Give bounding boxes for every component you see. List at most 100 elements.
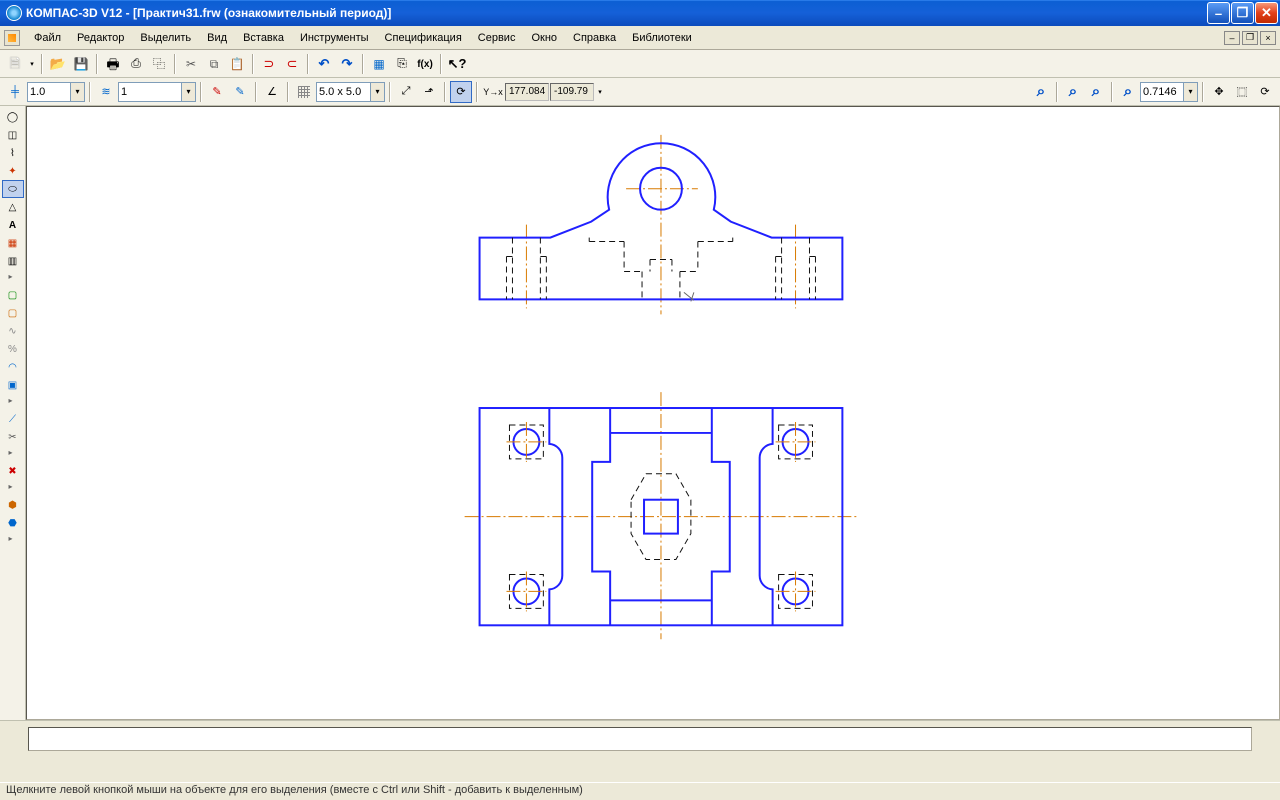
window-title: КОМПАС-3D V12 - [Практич31.frw (ознакоми… xyxy=(26,6,1206,20)
table-button[interactable]: ▦ xyxy=(2,234,24,252)
magnet-button[interactable]: ⊃ xyxy=(258,53,280,75)
menu-spec[interactable]: Спецификация xyxy=(377,30,470,46)
minimize-button[interactable]: – xyxy=(1207,2,1230,24)
grid-button[interactable] xyxy=(293,81,315,103)
cut-button[interactable] xyxy=(180,53,202,75)
menu-libs[interactable]: Библиотеки xyxy=(624,30,700,46)
grid-combo[interactable]: ▾ xyxy=(316,82,385,102)
linewidth-combo[interactable]: ▾ xyxy=(27,82,85,102)
menu-window[interactable]: Окно xyxy=(523,30,565,46)
layer-input[interactable] xyxy=(118,82,182,102)
assoc-button[interactable]: ∿ xyxy=(2,322,24,340)
mdi-restore-button[interactable]: ❐ xyxy=(1242,31,1258,45)
magnet2-button[interactable]: ⊂ xyxy=(281,53,303,75)
layer-combo[interactable]: ▾ xyxy=(118,82,196,102)
dim-button[interactable]: ◫ xyxy=(2,126,24,144)
paste-button[interactable] xyxy=(226,53,248,75)
zoom-dropdown[interactable]: ▾ xyxy=(1184,82,1198,102)
geom-button[interactable]: ◯ xyxy=(2,108,24,126)
layer-dropdown[interactable]: ▾ xyxy=(182,82,196,102)
view-button[interactable]: ▢ xyxy=(2,286,24,304)
menu-select[interactable]: Выделить xyxy=(132,30,199,46)
fx-icon xyxy=(417,57,433,70)
snap-off-button[interactable]: ✎ xyxy=(229,81,251,103)
zoom-combo[interactable]: ▾ xyxy=(1140,82,1198,102)
zoom-window-button[interactable] xyxy=(1117,81,1139,103)
refresh-button[interactable]: ⟳ xyxy=(1254,81,1276,103)
coord-dropdown[interactable]: ▾ xyxy=(595,81,605,103)
trim-button[interactable]: ✂ xyxy=(2,428,24,446)
lib2-button[interactable]: ⬣ xyxy=(2,514,24,532)
manager-button[interactable]: ▦ xyxy=(368,53,390,75)
help-button[interactable]: ↖? xyxy=(446,53,468,75)
paste-icon xyxy=(230,58,245,70)
param-button[interactable]: ⬭ xyxy=(2,180,24,198)
spec-button[interactable]: ▥ xyxy=(2,252,24,270)
coord-x-display: 177.084 xyxy=(505,83,549,101)
panel-expand-4[interactable]: ▸ xyxy=(9,482,17,496)
mdi-minimize-button[interactable]: – xyxy=(1224,31,1240,45)
fx-button[interactable] xyxy=(414,53,436,75)
panel-expand-3[interactable]: ▸ xyxy=(9,448,17,462)
panel-expand-1[interactable]: ▸ xyxy=(9,272,17,286)
pan-button[interactable]: ✥ xyxy=(1208,81,1230,103)
lib-button[interactable]: ⬢ xyxy=(2,496,24,514)
ortho2-button[interactable]: ⬏ xyxy=(418,81,440,103)
meas-button[interactable]: △ xyxy=(2,198,24,216)
preview-button[interactable]: ⎙ xyxy=(125,53,147,75)
copy-button[interactable] xyxy=(203,53,225,75)
layer-button[interactable]: ≋ xyxy=(95,81,117,103)
maximize-button[interactable]: ❐ xyxy=(1231,2,1254,24)
panel-expand-2[interactable]: ▸ xyxy=(9,396,17,410)
redo-button[interactable] xyxy=(336,53,358,75)
save-button[interactable] xyxy=(70,53,92,75)
delete-button[interactable]: ✖ xyxy=(2,462,24,480)
close-button[interactable]: ✕ xyxy=(1255,2,1278,24)
zoom-in-button[interactable] xyxy=(1062,81,1084,103)
zoom-input[interactable] xyxy=(1140,82,1184,102)
new-button[interactable] xyxy=(4,53,26,75)
grid-dropdown[interactable]: ▾ xyxy=(371,82,385,102)
mdi-close-button[interactable]: × xyxy=(1260,31,1276,45)
insert-button[interactable]: ▣ xyxy=(2,376,24,394)
bend-button[interactable]: ◠ xyxy=(2,358,24,376)
menu-service[interactable]: Сервис xyxy=(470,30,524,46)
compact-panel: ◯ ◫ ⌇ ✦ ⬭ △ A ▦ ▥ ▸ ▢ ▢ ∿ % ◠ ▣ ▸ ⟋ ✂ ▸ … xyxy=(0,106,26,720)
preview2-button[interactable]: ⿻ xyxy=(148,53,170,75)
prev-view-button[interactable]: ⿴ xyxy=(1231,81,1253,103)
zoomout-icon xyxy=(1092,84,1100,99)
new-dropdown[interactable]: ▾ xyxy=(27,53,37,75)
menu-file[interactable]: Файл xyxy=(26,30,69,46)
menubar: Файл Редактор Выделить Вид Вставка Инстр… xyxy=(0,26,1280,50)
snap-on-button[interactable]: ✎ xyxy=(206,81,228,103)
open-button[interactable] xyxy=(47,53,69,75)
style-button[interactable]: ╪ xyxy=(4,81,26,103)
menu-editor[interactable]: Редактор xyxy=(69,30,132,46)
menu-help[interactable]: Справка xyxy=(565,30,624,46)
sketch-button[interactable]: ⟋ xyxy=(2,410,24,428)
zoom-all-button[interactable] xyxy=(1030,81,1052,103)
layer-panel-button[interactable]: ▢ xyxy=(2,304,24,322)
panel-expand-5[interactable]: ▸ xyxy=(9,534,17,548)
linewidth-dropdown[interactable]: ▾ xyxy=(71,82,85,102)
standard-toolbar: ▾ ⎙ ⿻ ⊃ ⊂ ▦ ⎘ ↖? xyxy=(0,50,1280,78)
vars-button[interactable]: ⎘ xyxy=(391,53,413,75)
command-input[interactable] xyxy=(28,727,1252,751)
menu-tools[interactable]: Инструменты xyxy=(292,30,377,46)
np-button[interactable]: % xyxy=(2,340,24,358)
linewidth-input[interactable] xyxy=(27,82,71,102)
round-button[interactable]: ⟳ xyxy=(450,81,472,103)
ortho-button[interactable]: ⤢ xyxy=(395,81,417,103)
menu-view[interactable]: Вид xyxy=(199,30,235,46)
menu-app-icon[interactable] xyxy=(4,30,20,46)
notation-button[interactable]: ⌇ xyxy=(2,144,24,162)
text-button[interactable]: A xyxy=(2,216,24,234)
drawing-canvas[interactable] xyxy=(26,106,1280,720)
zoom-out-button[interactable] xyxy=(1085,81,1107,103)
menu-insert[interactable]: Вставка xyxy=(235,30,292,46)
edit-button[interactable]: ✦ xyxy=(2,162,24,180)
print-button[interactable] xyxy=(102,53,124,75)
undo-button[interactable] xyxy=(313,53,335,75)
angle-button[interactable]: ∠ xyxy=(261,81,283,103)
grid-input[interactable] xyxy=(316,82,371,102)
